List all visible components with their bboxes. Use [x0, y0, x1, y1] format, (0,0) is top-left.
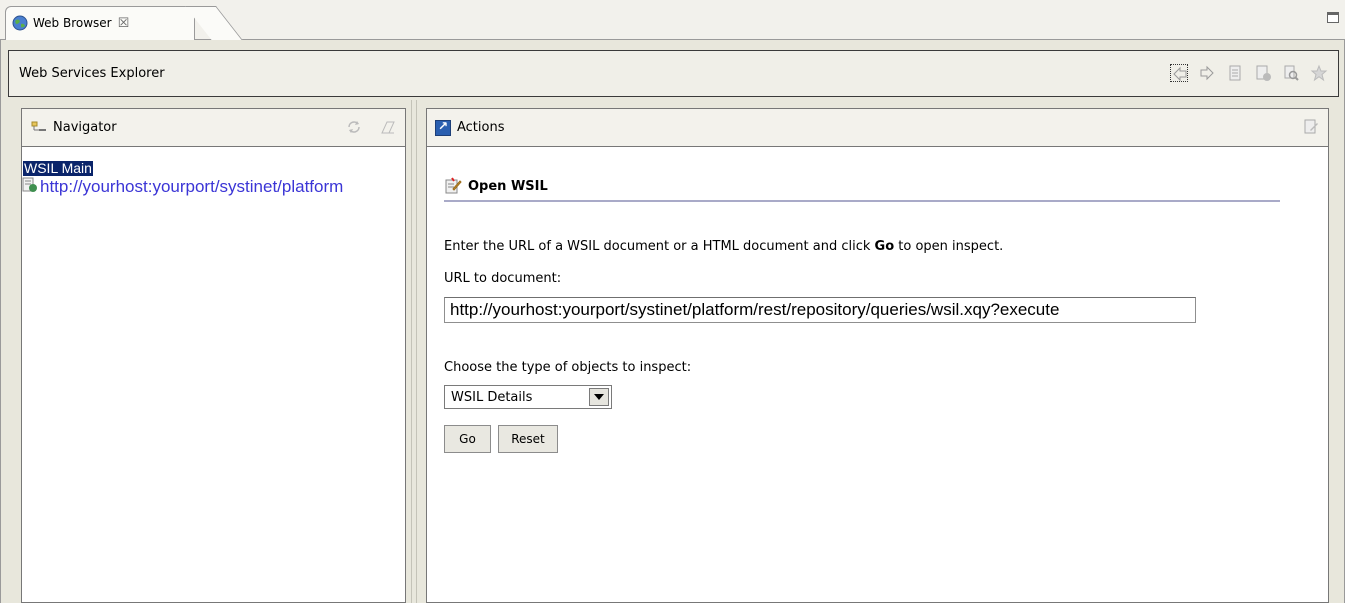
open-wsil-icon — [444, 177, 462, 195]
tab-web-browser[interactable]: Web Browser ☒ — [5, 6, 195, 40]
type-label: Choose the type of objects to inspect: — [444, 360, 692, 375]
actions-title: Actions — [457, 120, 505, 135]
url-label: URL to document: — [444, 271, 562, 286]
editor-tab-strip: Web Browser ☒ — [0, 0, 1345, 40]
actions-header: Actions — [427, 109, 1328, 147]
explorer-toolbar — [1170, 64, 1328, 82]
type-select-value: WSIL Details — [451, 389, 533, 405]
history-icon[interactable] — [1226, 64, 1244, 82]
favorite-icon[interactable] — [1310, 64, 1328, 82]
chevron-down-icon[interactable] — [589, 388, 609, 406]
tree-icon — [31, 120, 47, 136]
section-title: Open WSIL — [468, 178, 548, 194]
instruction-text: Enter the URL of a WSIL document or a HT… — [444, 239, 1004, 254]
wsil-document-icon — [22, 177, 38, 197]
maximize-icon[interactable] — [1327, 12, 1339, 23]
explorer-title: Web Services Explorer — [19, 66, 165, 81]
tree-item-wsil-main[interactable]: WSIL Main — [23, 161, 93, 176]
tab-label: Web Browser — [33, 16, 112, 30]
refresh-icon[interactable] — [345, 118, 363, 140]
url-input[interactable] — [444, 297, 1196, 323]
navigator-tree: WSIL Main http://yourhost:yourport/systi… — [22, 147, 405, 602]
section-header: Open WSIL — [444, 172, 1280, 202]
edit-document-icon[interactable] — [1302, 118, 1320, 140]
search-icon[interactable] — [1282, 64, 1300, 82]
navigator-header: Navigator — [22, 109, 405, 147]
pane-splitter[interactable] — [411, 100, 417, 603]
web-services-explorer: Web Services Explorer Navigator WSIL Mai… — [0, 40, 1345, 603]
actions-icon — [435, 119, 451, 136]
actions-body: Open WSIL Enter the URL of a WSIL docume… — [427, 147, 1328, 602]
clear-icon[interactable] — [379, 118, 397, 140]
reset-button[interactable]: Reset — [498, 425, 558, 453]
globe-icon — [12, 15, 28, 31]
actions-pane: Actions Open WSIL Enter the URL of a WSI… — [426, 108, 1329, 603]
navigator-title: Navigator — [53, 120, 117, 135]
back-icon[interactable] — [1170, 64, 1188, 82]
object-type-select[interactable]: WSIL Details — [444, 385, 612, 409]
navigator-pane: Navigator WSIL Main http://yourhost:your… — [21, 108, 406, 603]
document-icon[interactable] — [1254, 64, 1272, 82]
tree-item-wsil-url[interactable]: http://yourhost:yourport/systinet/platfo… — [22, 177, 343, 197]
tree-item-label: http://yourhost:yourport/systinet/platfo… — [40, 177, 344, 196]
forward-icon[interactable] — [1198, 64, 1216, 82]
explorer-title-bar: Web Services Explorer — [8, 50, 1339, 97]
go-button[interactable]: Go — [444, 425, 491, 453]
close-tab-icon[interactable]: ☒ — [118, 16, 130, 31]
